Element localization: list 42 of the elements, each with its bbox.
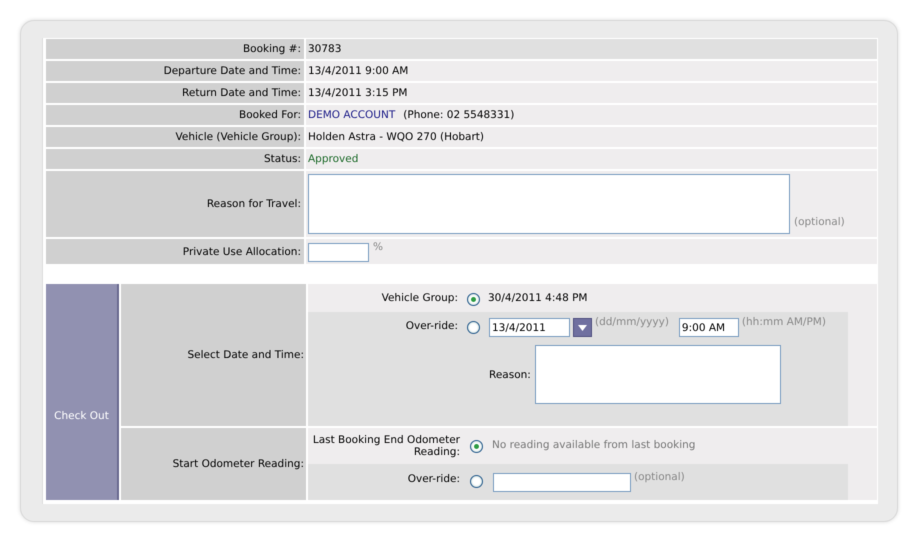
optional-hint: (optional) (794, 216, 845, 228)
field-value: 30783 (308, 43, 342, 55)
format-hint: (hh:mm AM/PM) (742, 316, 826, 328)
label-cell: Booked For: (46, 105, 304, 125)
section-label: Start Odometer Reading: (121, 428, 306, 500)
format-hint: (dd/mm/yyyy) (595, 316, 669, 328)
option-label: Last Booking End Odometer Reading: (312, 434, 460, 458)
caret-icon (578, 324, 587, 330)
option-label: Vehicle Group: (380, 292, 458, 304)
account-link[interactable]: DEMO ACCOUNT (308, 109, 396, 121)
label-cell: Vehicle (Vehicle Group): (46, 127, 304, 147)
section-title: Check Out (46, 284, 119, 500)
radio-button[interactable] (467, 293, 480, 306)
dropdown-button[interactable] (573, 318, 592, 337)
label-cell: Private Use Allocation: (46, 239, 304, 264)
field-value: 13/4/2011 9:00 AM (308, 65, 408, 77)
status-value: Approved (308, 153, 358, 165)
label-cell: Reason for Travel: (46, 171, 304, 237)
date-field[interactable]: 13/4/2011 (489, 318, 570, 337)
label-cell: Return Date and Time: (46, 83, 304, 103)
percent-field[interactable] (308, 243, 369, 262)
option-label: Over-ride: (404, 320, 458, 332)
section-label: Select Date and Time: (121, 284, 306, 426)
radio-button[interactable] (467, 321, 480, 334)
radio-button[interactable] (470, 440, 483, 453)
odometer-field[interactable] (493, 473, 631, 492)
optional-hint: (optional) (634, 471, 685, 483)
reason-field[interactable] (308, 174, 790, 234)
time-field[interactable]: 9:00 AM (678, 318, 739, 337)
label-cell: Booking #: (46, 39, 304, 59)
label-cell: Status: (46, 149, 304, 169)
info-text: No reading available from last booking (492, 439, 696, 451)
option-label: Over-ride: (406, 473, 460, 485)
reason-label: Reason: (489, 368, 531, 380)
label-cell: Departure Date and Time: (46, 61, 304, 81)
phone-text: (Phone: 02 5548331) (403, 109, 514, 121)
radio-button[interactable] (470, 475, 483, 488)
field-value: 13/4/2011 3:15 PM (308, 87, 408, 99)
date-value: 30/4/2011 4:48 PM (488, 292, 588, 304)
reason-field[interactable] (534, 345, 781, 404)
percent-sign: % (373, 241, 383, 253)
field-value: Holden Astra - WQO 270 (Hobart) (308, 131, 484, 143)
